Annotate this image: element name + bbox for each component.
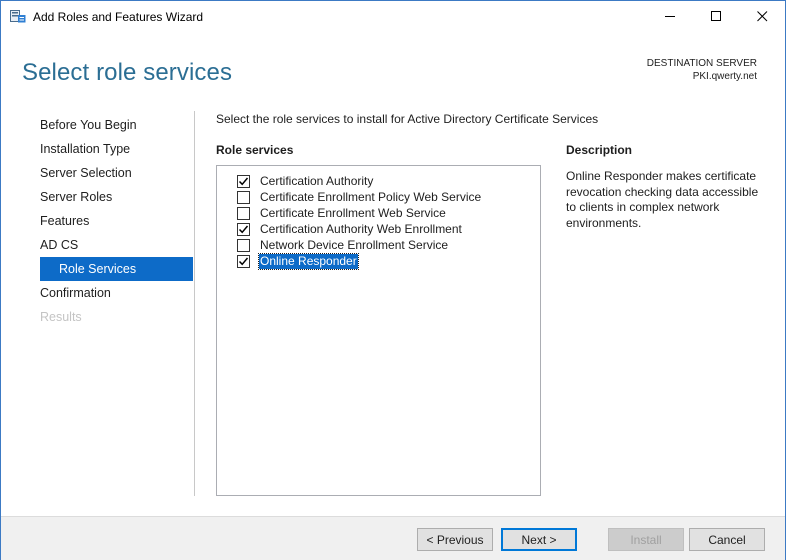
role-service-certification-authority[interactable]: Certification Authority: [237, 173, 374, 189]
nav-item-server-selection[interactable]: Server Selection: [40, 161, 132, 185]
role-service-online-responder[interactable]: Online Responder: [237, 252, 359, 270]
role-service-label-selected: Online Responder: [258, 252, 359, 270]
install-button: Install: [608, 528, 684, 551]
server-manager-icon: [10, 9, 26, 23]
wizard-header: Select role services DESTINATION SERVER …: [1, 32, 785, 102]
page-title: Select role services: [22, 59, 233, 86]
role-service-enrollment-policy-web-service[interactable]: Certificate Enrollment Policy Web Servic…: [237, 189, 482, 205]
checkbox-checked[interactable]: [237, 222, 250, 236]
checkmark-icon: [238, 257, 249, 265]
role-service-label: Certificate Enrollment Policy Web Servic…: [260, 189, 482, 204]
checkmark-icon: [238, 177, 249, 185]
checkbox-checked[interactable]: [237, 174, 250, 188]
role-services-list[interactable]: Certification Authority Certificate Enro…: [216, 165, 541, 496]
nav-divider: [194, 111, 195, 496]
checkbox-unchecked[interactable]: [237, 190, 250, 204]
nav-item-installation-type[interactable]: Installation Type: [40, 137, 130, 161]
cancel-button[interactable]: Cancel: [689, 528, 765, 551]
checkbox-checked[interactable]: [237, 254, 250, 268]
role-service-label: Certification Authority: [260, 173, 374, 188]
role-services-heading: Role services: [216, 143, 294, 157]
checkmark-icon: [238, 225, 249, 233]
nav-item-ad-cs[interactable]: AD CS: [40, 233, 78, 257]
minimize-icon: [664, 16, 675, 17]
minimize-button[interactable]: [647, 1, 693, 32]
nav-item-before-you-begin[interactable]: Before You Begin: [40, 113, 137, 137]
nav-item-server-roles[interactable]: Server Roles: [40, 185, 112, 209]
instruction-text: Select the role services to install for …: [216, 112, 599, 126]
maximize-button[interactable]: [693, 1, 739, 32]
role-service-ca-web-enrollment[interactable]: Certification Authority Web Enrollment: [237, 221, 463, 237]
nav-item-confirmation[interactable]: Confirmation: [40, 281, 111, 305]
role-service-label: Certificate Enrollment Web Service: [260, 205, 446, 220]
checkbox-unchecked[interactable]: [237, 238, 250, 252]
checkbox-unchecked[interactable]: [237, 206, 250, 220]
next-button[interactable]: Next >: [501, 528, 577, 551]
role-service-enrollment-web-service[interactable]: Certificate Enrollment Web Service: [237, 205, 447, 221]
title-bar[interactable]: Add Roles and Features Wizard: [1, 1, 785, 32]
close-icon: [756, 11, 767, 22]
description-heading: Description: [566, 143, 633, 157]
nav-item-role-services[interactable]: Role Services: [40, 257, 193, 281]
close-button[interactable]: [739, 1, 785, 32]
role-service-network-device-enrollment[interactable]: Network Device Enrollment Service: [237, 237, 449, 253]
window-title: Add Roles and Features Wizard: [33, 10, 204, 24]
destination-server-label: DESTINATION SERVER: [646, 58, 757, 69]
wizard-footer: < Previous Next > Install Cancel: [1, 516, 785, 560]
destination-server-name: PKI.qwerty.net: [692, 71, 757, 82]
nav-item-results: Results: [40, 310, 82, 324]
previous-button[interactable]: < Previous: [417, 528, 493, 551]
nav-item-features[interactable]: Features: [40, 209, 89, 233]
wizard-window: Add Roles and Features Wizard Select rol…: [0, 0, 786, 560]
role-service-label: Network Device Enrollment Service: [260, 237, 449, 252]
role-service-label: Certification Authority Web Enrollment: [260, 221, 462, 236]
maximize-icon: [710, 11, 721, 21]
description-text: Online Responder makes certificate revoc…: [566, 169, 759, 230]
